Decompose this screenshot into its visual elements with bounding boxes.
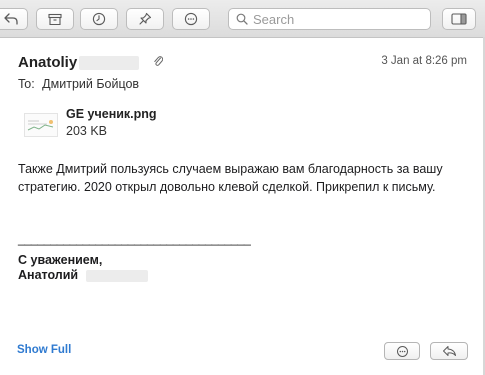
recipient-row: To: Дмитрий Бойцов xyxy=(18,77,139,91)
reply-icon xyxy=(442,346,456,356)
image-thumbnail-icon xyxy=(27,120,54,131)
attachment-name[interactable]: GE ученик.png xyxy=(66,107,157,121)
signature-divider: ____________________________________ xyxy=(18,232,251,246)
sender-name: Anatoliy xyxy=(18,54,78,71)
redacted-signature-surname xyxy=(86,270,148,282)
redacted-surname xyxy=(79,56,139,70)
attachment-paperclip-icon xyxy=(154,56,163,66)
archive-icon xyxy=(48,13,62,25)
sidebar-toggle-button[interactable] xyxy=(442,8,476,30)
toolbar xyxy=(0,0,485,38)
more-button[interactable] xyxy=(172,8,210,30)
more-icon xyxy=(184,12,198,26)
back-button[interactable] xyxy=(0,8,28,30)
pin-button[interactable] xyxy=(126,8,164,30)
reply-button[interactable] xyxy=(430,342,468,360)
message-date: 3 Jan at 8:26 pm xyxy=(381,55,467,67)
archive-button[interactable] xyxy=(36,8,74,30)
to-label: To: xyxy=(18,77,35,91)
attachment-size: 203 KB xyxy=(66,124,108,138)
snooze-button[interactable] xyxy=(80,8,118,30)
clock-icon xyxy=(92,12,106,26)
more-actions-button[interactable] xyxy=(384,342,420,360)
attachment-thumbnail[interactable] xyxy=(24,113,58,137)
more-icon xyxy=(396,345,408,357)
signature-name: Анатолий xyxy=(18,268,79,282)
search-field[interactable] xyxy=(228,8,431,30)
search-icon xyxy=(236,13,248,25)
reply-back-icon xyxy=(4,13,18,25)
search-input[interactable] xyxy=(253,11,413,27)
signature-greeting: С уважением, xyxy=(18,253,103,267)
recipient-name[interactable]: Дмитрий Бойцов xyxy=(42,77,139,91)
sidebar-icon xyxy=(451,13,467,25)
message-body: Также Дмитрий пользуясь случаем выражаю … xyxy=(18,162,443,194)
show-full-link[interactable]: Show Full xyxy=(17,344,71,356)
pin-icon xyxy=(139,12,152,25)
